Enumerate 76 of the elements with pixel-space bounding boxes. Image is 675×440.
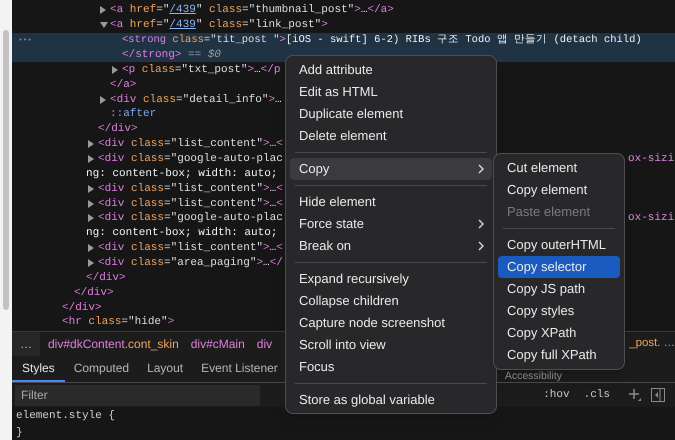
code-line[interactable]: <div class="list_content">…< — [98, 196, 283, 211]
code-line[interactable]: <div class="detail_info">… — [110, 92, 282, 107]
expand-arrow-icon[interactable] — [100, 6, 106, 14]
menu-item[interactable]: Copy outerHTML — [498, 234, 620, 256]
expand-arrow-icon[interactable] — [100, 96, 106, 104]
code-line[interactable]: <a href="/439" class="thumbnail_post">…</a> — [110, 3, 394, 18]
expand-arrow-icon[interactable] — [88, 155, 94, 164]
code-line[interactable]: </div> — [86, 270, 126, 285]
hover-state-toggle[interactable]: :hov — [543, 386, 570, 404]
panel-tab[interactable]: Layout — [138, 356, 192, 382]
add-icon[interactable] — [626, 387, 642, 403]
style-rule-text: } — [16, 426, 23, 440]
style-rule-text: element.style { — [16, 409, 116, 424]
panel-tab[interactable]: Event Listener — [192, 356, 287, 382]
panel-tab[interactable]: Accessibility — [504, 370, 562, 382]
code-line[interactable]: </a> — [110, 78, 136, 92]
menu-item[interactable]: Cut element — [498, 157, 620, 179]
code-fragment: ox-sizi — [628, 211, 674, 226]
expand-arrow-icon[interactable] — [88, 200, 94, 208]
code-line[interactable]: </div> — [74, 286, 114, 300]
code-line[interactable]: </div> — [98, 122, 138, 136]
filter-field[interactable]: Filter — [15, 384, 260, 406]
breadcrumb-item[interactable]: div#dkContent.cont_skin — [48, 335, 179, 353]
collapse-arrow-icon[interactable] — [100, 22, 108, 28]
menu-item[interactable]: Force state — [290, 213, 492, 235]
code-line[interactable]: <div class="list_content">…< — [98, 241, 283, 256]
menu-item[interactable]: Copy XPath — [498, 322, 620, 344]
menu-item[interactable]: Copy element — [498, 179, 620, 201]
menu-item[interactable]: Copy — [290, 158, 492, 180]
code-line[interactable]: <hr class="hide"> — [62, 315, 174, 330]
code-line[interactable]: <a href="/439" class="link_post"> — [110, 18, 328, 32]
menu-item[interactable]: Edit as HTML — [290, 81, 492, 103]
expand-arrow-icon[interactable] — [112, 66, 118, 74]
more-icon[interactable] — [19, 38, 31, 41]
expand-arrow-icon[interactable] — [88, 244, 94, 252]
menu-item[interactable]: Delete element — [290, 125, 492, 147]
code-line[interactable]: <strong class="tit_post ">[iOS - swift] 6-2) RIBs 구조 Todo 앱 만들기 (detach child) — [122, 33, 642, 48]
menu-item[interactable]: Add attribute — [290, 59, 492, 81]
breadcrumb-item[interactable]: div — [256, 335, 272, 353]
sidebar-toggle-icon[interactable] — [650, 387, 666, 403]
menu-item[interactable]: Duplicate element — [290, 103, 492, 125]
class-toggle[interactable]: .cls — [584, 386, 610, 404]
expand-arrow-icon[interactable] — [88, 259, 94, 268]
code-line[interactable]: <div class="google-auto-plac — [98, 152, 283, 166]
menu-item[interactable]: Copy full XPath — [498, 344, 620, 366]
menu-item[interactable]: Store as global variable — [290, 389, 492, 411]
menu-item[interactable]: Copy JS path — [498, 278, 620, 300]
expand-arrow-icon[interactable] — [88, 214, 94, 222]
code-fragment: ox-sizi — [628, 152, 674, 166]
menu-item[interactable]: Capture node screenshot — [290, 312, 492, 334]
panel-tab[interactable]: Computed — [64, 356, 138, 382]
menu-item[interactable]: Collapse children — [290, 290, 492, 312]
breadcrumb-scroll-button[interactable]: … — [664, 335, 675, 353]
menu-item[interactable]: Scroll into view — [290, 334, 492, 356]
code-line[interactable]: </strong> == $0 — [122, 48, 222, 62]
code-line[interactable]: <p class="txt_post">…</p — [122, 62, 280, 77]
breadcrumb-item[interactable]: _post. — [629, 335, 660, 353]
code-line[interactable]: <div class="google-auto-plac — [98, 211, 283, 226]
code-line[interactable]: <div class="area_paging">…</ — [98, 256, 283, 270]
breadcrumb-more-button[interactable]: … — [12, 332, 40, 356]
menu-item[interactable]: Focus — [290, 356, 492, 378]
code-line[interactable]: ::after — [110, 107, 156, 122]
menu-item[interactable]: Break on — [290, 235, 492, 257]
code-line[interactable]: ng: content-box; width: auto; — [86, 226, 278, 240]
expand-arrow-icon[interactable] — [88, 140, 94, 148]
code-line[interactable]: </div> — [62, 300, 102, 315]
menu-item[interactable]: Copy selector — [498, 256, 620, 278]
menu-item[interactable]: Expand recursively — [290, 268, 492, 290]
menu-item[interactable]: Hide element — [290, 191, 492, 213]
breadcrumb-item[interactable]: div#cMain — [190, 335, 245, 353]
code-line[interactable]: ng: content-box; width: auto; — [86, 166, 278, 181]
expand-arrow-icon[interactable] — [88, 184, 94, 193]
menu-item[interactable]: Copy styles — [498, 300, 620, 322]
scrollbar-thumb[interactable] — [3, 30, 9, 310]
code-line[interactable]: <div class="list_content">…< — [98, 182, 283, 196]
code-line[interactable]: <div class="list_content">…< — [98, 137, 283, 152]
